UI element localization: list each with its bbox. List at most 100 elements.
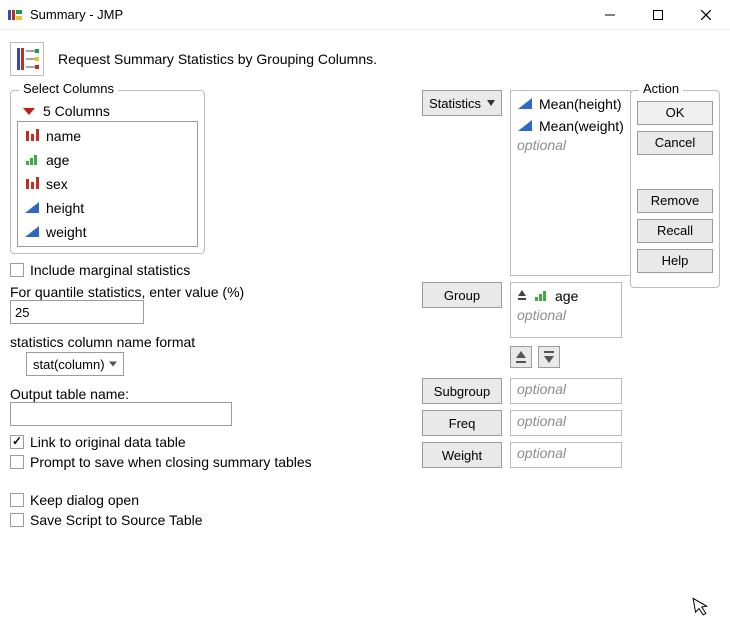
minimize-button[interactable]: [586, 0, 634, 29]
include-marginal-label: Include marginal statistics: [30, 262, 190, 278]
link-original-label: Link to original data table: [30, 434, 186, 450]
group-button[interactable]: Group: [422, 282, 502, 308]
stat-format-select[interactable]: stat(column): [26, 352, 124, 376]
freq-placeholder: optional: [517, 413, 615, 429]
statistics-placeholder: optional: [517, 137, 624, 153]
column-name: age: [46, 152, 69, 168]
dialog-body: Select Columns 5 Columns name age: [0, 82, 730, 538]
column-item[interactable]: name: [22, 124, 193, 148]
cast-row-freq: Freq optional: [422, 410, 622, 436]
prompt-save-checkbox[interactable]: [10, 455, 24, 469]
weight-button[interactable]: Weight: [422, 442, 502, 468]
window-title: Summary - JMP: [30, 7, 586, 22]
cancel-button[interactable]: Cancel: [637, 131, 713, 155]
statistics-item[interactable]: Mean(weight): [517, 115, 624, 137]
cast-row-group: Group age optional: [422, 282, 622, 338]
subgroup-well[interactable]: optional: [510, 378, 622, 404]
nominal-type-icon: [24, 177, 40, 191]
description-text: Request Summary Statistics by Grouping C…: [58, 51, 377, 67]
select-columns-group: Select Columns 5 Columns name age: [10, 90, 205, 254]
statistics-button[interactable]: Statistics: [422, 90, 502, 116]
subgroup-button-label: Subgroup: [434, 384, 490, 399]
column-item[interactable]: height: [22, 196, 193, 220]
prompt-save-label: Prompt to save when closing summary tabl…: [30, 454, 312, 470]
group-placeholder: optional: [517, 307, 615, 323]
maximize-button[interactable]: [634, 0, 682, 29]
summary-icon: [10, 42, 44, 76]
cast-row-statistics: Statistics Mean(height) Mean(weight): [422, 90, 622, 276]
sort-asc-icon: [517, 288, 527, 304]
link-original-row[interactable]: Link to original data table: [10, 434, 414, 450]
keep-dialog-row[interactable]: Keep dialog open: [10, 492, 414, 508]
sort-ascending-button[interactable]: [510, 346, 532, 368]
cast-row-subgroup: Subgroup optional: [422, 378, 622, 404]
statistics-item-label: Mean(weight): [539, 118, 624, 134]
weight-well[interactable]: optional: [510, 442, 622, 468]
ordinal-type-icon: [533, 289, 549, 303]
sort-descending-button[interactable]: [538, 346, 560, 368]
output-name-input[interactable]: [10, 402, 232, 426]
statistics-item[interactable]: Mean(height): [517, 93, 624, 115]
group-button-label: Group: [444, 288, 480, 303]
subgroup-placeholder: optional: [517, 381, 615, 397]
column-name: weight: [46, 224, 86, 240]
titlebar: Summary - JMP: [0, 0, 730, 30]
include-marginal-checkbox[interactable]: [10, 263, 24, 277]
column-name: height: [46, 200, 84, 216]
action-group: Action OK Cancel Remove Recall Help: [630, 90, 720, 288]
link-original-checkbox[interactable]: [10, 435, 24, 449]
cast-panel: Statistics Mean(height) Mean(weight): [422, 90, 622, 468]
quantile-input[interactable]: [10, 300, 144, 324]
quantile-label: For quantile statistics, enter value (%): [10, 284, 414, 300]
cast-row-weight: Weight optional: [422, 442, 622, 468]
weight-placeholder: optional: [517, 445, 615, 461]
statistics-button-label: Statistics: [429, 96, 481, 111]
columns-listbox[interactable]: name age sex: [17, 121, 198, 247]
nominal-type-icon: [24, 129, 40, 143]
keep-dialog-label: Keep dialog open: [30, 492, 139, 508]
freq-button-label: Freq: [449, 416, 476, 431]
weight-button-label: Weight: [442, 448, 482, 463]
ordinal-type-icon: [24, 153, 40, 167]
save-script-checkbox[interactable]: [10, 513, 24, 527]
statistics-item-label: Mean(height): [539, 96, 622, 112]
stat-format-label: statistics column name format: [10, 334, 414, 350]
select-columns-legend: Select Columns: [19, 81, 118, 96]
save-script-label: Save Script to Source Table: [30, 512, 203, 528]
continuous-type-icon: [517, 119, 533, 133]
cursor-icon: [692, 595, 712, 622]
group-well[interactable]: age optional: [510, 282, 622, 338]
subgroup-button[interactable]: Subgroup: [422, 378, 502, 404]
help-button[interactable]: Help: [637, 249, 713, 273]
continuous-type-icon: [24, 201, 40, 215]
remove-button[interactable]: Remove: [637, 189, 713, 213]
freq-well[interactable]: optional: [510, 410, 622, 436]
column-name: name: [46, 128, 81, 144]
recall-button[interactable]: Recall: [637, 219, 713, 243]
column-name: sex: [46, 176, 68, 192]
column-item[interactable]: age: [22, 148, 193, 172]
action-legend: Action: [639, 81, 683, 96]
columns-count-label: 5 Columns: [43, 103, 110, 119]
statistics-well[interactable]: Mean(height) Mean(weight) optional: [510, 90, 631, 276]
description-row: Request Summary Statistics by Grouping C…: [0, 30, 730, 82]
window-controls: [586, 0, 730, 29]
app-icon: [6, 6, 24, 24]
stat-format-value: stat(column): [33, 357, 105, 372]
column-item[interactable]: sex: [22, 172, 193, 196]
column-item[interactable]: weight: [22, 220, 193, 244]
group-item-label: age: [555, 288, 578, 304]
save-script-row[interactable]: Save Script to Source Table: [10, 512, 414, 528]
keep-dialog-checkbox[interactable]: [10, 493, 24, 507]
continuous-type-icon: [517, 97, 533, 111]
prompt-save-row[interactable]: Prompt to save when closing summary tabl…: [10, 454, 414, 470]
columns-count-row[interactable]: 5 Columns: [17, 99, 198, 121]
include-marginal-row[interactable]: Include marginal statistics: [10, 262, 414, 278]
close-button[interactable]: [682, 0, 730, 29]
output-name-label: Output table name:: [10, 386, 414, 402]
ok-button[interactable]: OK: [637, 101, 713, 125]
group-item[interactable]: age: [517, 285, 615, 307]
disclosure-triangle-icon[interactable]: [23, 108, 35, 115]
continuous-type-icon: [24, 225, 40, 239]
freq-button[interactable]: Freq: [422, 410, 502, 436]
